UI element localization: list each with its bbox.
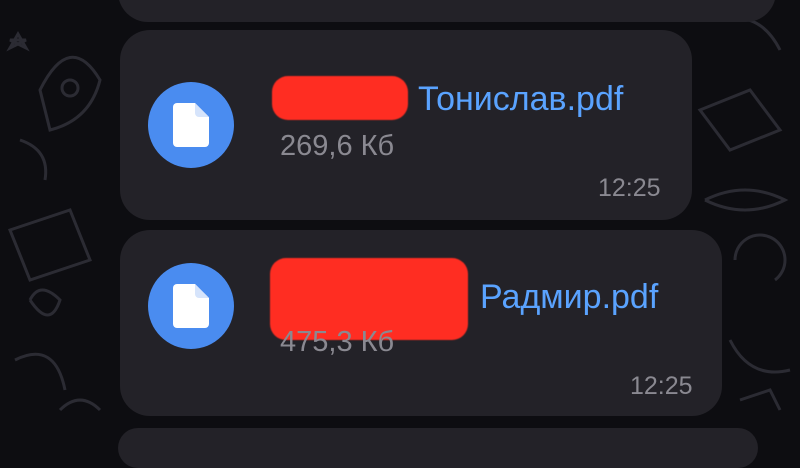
file-name[interactable]: Тонислав.pdf bbox=[418, 80, 623, 119]
message-time: 12:25 bbox=[630, 372, 693, 400]
file-name[interactable]: Радмир.pdf bbox=[480, 278, 658, 317]
previous-message-bubble[interactable] bbox=[118, 0, 776, 22]
file-download-button[interactable] bbox=[148, 82, 234, 168]
file-download-button[interactable] bbox=[148, 263, 234, 349]
file-size: 475,3 Кб bbox=[280, 326, 395, 358]
message-time: 12:25 bbox=[598, 174, 661, 202]
document-icon bbox=[173, 103, 209, 147]
document-icon bbox=[173, 284, 209, 328]
next-message-bubble[interactable] bbox=[118, 428, 758, 468]
redacted-filename-part bbox=[272, 76, 408, 120]
file-size: 269,6 Кб bbox=[280, 130, 395, 162]
file-message-bubble[interactable]: Тонислав.pdf 269,6 Кб 12:25 bbox=[120, 30, 692, 220]
file-message-bubble[interactable]: Радмир.pdf 475,3 Кб 12:25 bbox=[120, 230, 722, 416]
